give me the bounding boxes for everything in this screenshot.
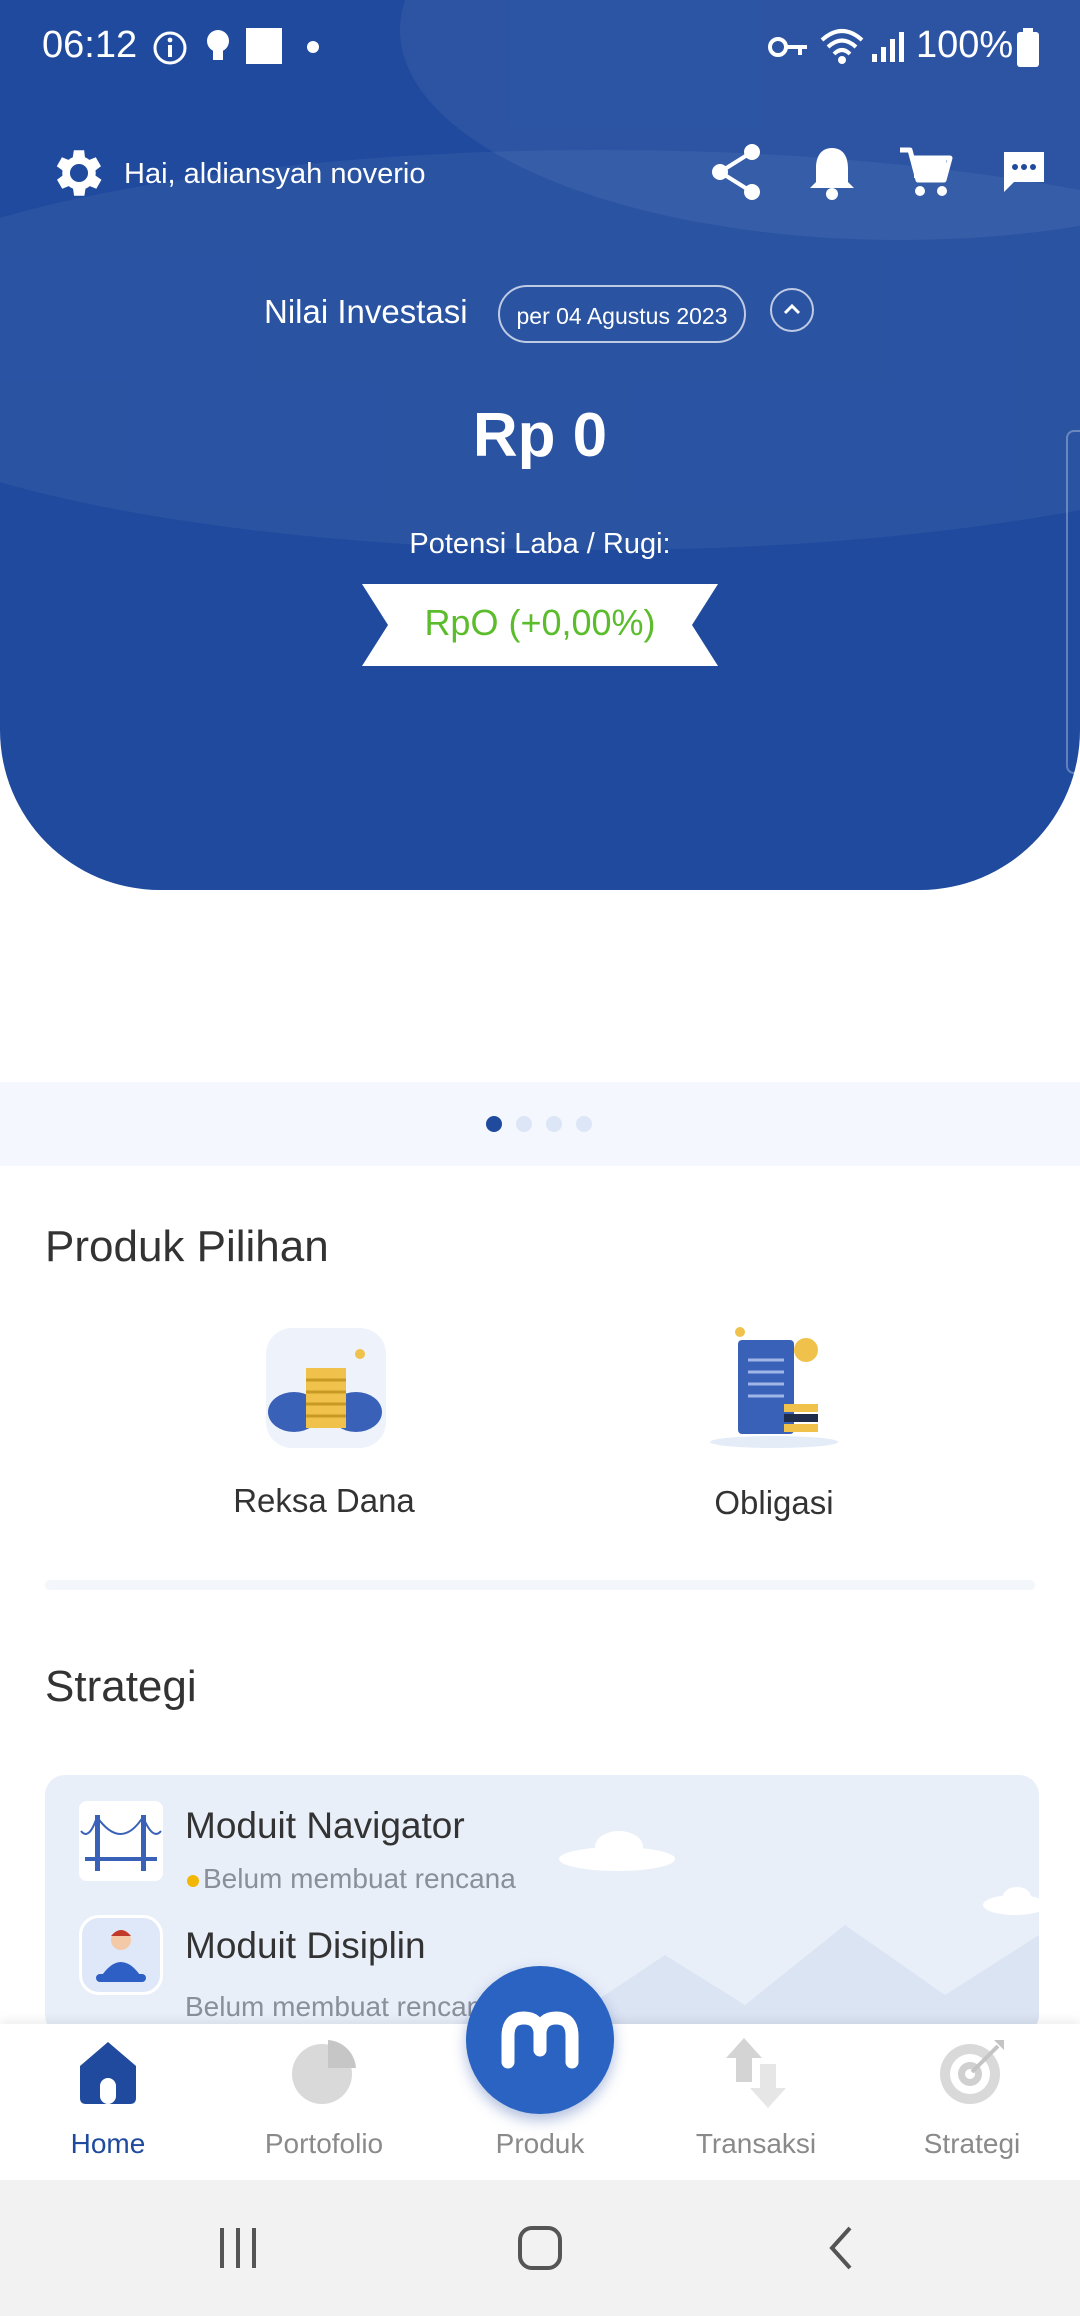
app-notification-icon	[246, 28, 282, 64]
strategy-status: Belum membuat rencana	[203, 1863, 516, 1894]
notification-bell-icon[interactable]	[808, 144, 856, 200]
back-icon[interactable]	[822, 2224, 862, 2272]
nav-label: Portofolio	[264, 2128, 384, 2159]
status-time: 06:12	[42, 24, 138, 66]
signal-icon	[872, 32, 904, 62]
nav-label: Strategi	[923, 2128, 1021, 2159]
more-notifications-dot	[307, 41, 319, 53]
investment-label: Nilai Investasi	[264, 293, 468, 330]
carousel-dot-3[interactable]	[546, 1116, 562, 1132]
nav-label: Produk	[495, 2128, 585, 2159]
transfer-arrows-icon	[726, 2038, 786, 2108]
home-icon	[80, 2042, 136, 2104]
bond-certificate-icon	[710, 1327, 838, 1448]
strategy-section-title: Strategi	[45, 1662, 197, 1711]
home-button-icon[interactable]	[516, 2224, 564, 2272]
investment-amount: Rp 0	[472, 401, 608, 470]
mutual-fund-icon	[266, 1328, 386, 1448]
battery-percentage: 100%	[916, 24, 1014, 66]
produk-fab-button[interactable]	[466, 1966, 614, 2114]
status-bar: 06:12 100%	[0, 0, 1080, 92]
profit-loss-label: Potensi Laba / Rugi:	[409, 528, 671, 560]
product-label: Reksa Dana	[233, 1482, 415, 1519]
moduit-logo-icon	[501, 2011, 579, 2069]
product-label: Obligasi	[714, 1484, 834, 1521]
strategy-status: Belum membuat rencana	[185, 1991, 498, 2022]
carousel-dot-2[interactable]	[516, 1116, 532, 1132]
profit-loss-ribbon: RpO (+0,00%)	[362, 584, 718, 666]
carousel-dot-4[interactable]	[576, 1116, 592, 1132]
carousel-dot-1[interactable]	[486, 1116, 502, 1132]
products-section-title: Produk Pilihan	[45, 1222, 329, 1271]
wifi-icon	[820, 29, 864, 64]
nav-label: Transaksi	[695, 2128, 817, 2159]
greeting-text: Hai, aldiansyah noverio	[124, 158, 426, 190]
product-reksa-dana[interactable]: Reksa Dana	[174, 1326, 474, 1526]
chevron-up-icon	[783, 303, 801, 315]
nav-label: Home	[70, 2128, 146, 2159]
target-icon	[940, 2040, 1004, 2104]
nav-home[interactable]: Home	[0, 2024, 216, 2180]
date-pill: per 04 Agustus 2023	[498, 285, 746, 343]
side-handle	[1066, 430, 1080, 774]
strategy-title: Moduit Disiplin	[185, 1925, 426, 1966]
recent-apps-icon[interactable]	[214, 2224, 262, 2272]
top-bar: Hai, aldiansyah noverio	[0, 130, 1080, 220]
battery-icon	[1017, 28, 1039, 67]
profit-loss-value: RpO (+0,00%)	[424, 602, 656, 643]
section-divider	[45, 1580, 1035, 1590]
strategy-title: Moduit Navigator	[185, 1805, 465, 1846]
investment-value-row: Nilai Investasi per 04 Agustus 2023	[0, 285, 1080, 345]
system-navigation-bar	[0, 2180, 1080, 2316]
info-icon	[153, 31, 187, 65]
nav-transaksi[interactable]: Transaksi	[648, 2024, 864, 2180]
settings-gear-icon[interactable]	[48, 142, 110, 204]
person-meditating-icon	[79, 1915, 163, 1995]
strategy-item-navigator[interactable]: Moduit Navigator Belum membuat rencana	[45, 1775, 1039, 1905]
product-obligasi[interactable]: Obligasi	[624, 1326, 924, 1526]
vpn-key-icon	[768, 37, 807, 57]
bulb-icon	[207, 30, 229, 60]
banner-carousel-indicator	[0, 1082, 1080, 1166]
pending-status-dot	[187, 1875, 199, 1887]
bridge-icon	[79, 1801, 163, 1881]
chat-icon[interactable]	[1000, 148, 1048, 196]
pie-chart-icon	[292, 2040, 356, 2104]
share-icon[interactable]	[708, 142, 764, 202]
nav-strategi[interactable]: Strategi	[864, 2024, 1080, 2180]
collapse-button[interactable]	[770, 288, 814, 332]
nav-portofolio[interactable]: Portofolio	[216, 2024, 432, 2180]
cart-icon[interactable]	[898, 144, 954, 200]
